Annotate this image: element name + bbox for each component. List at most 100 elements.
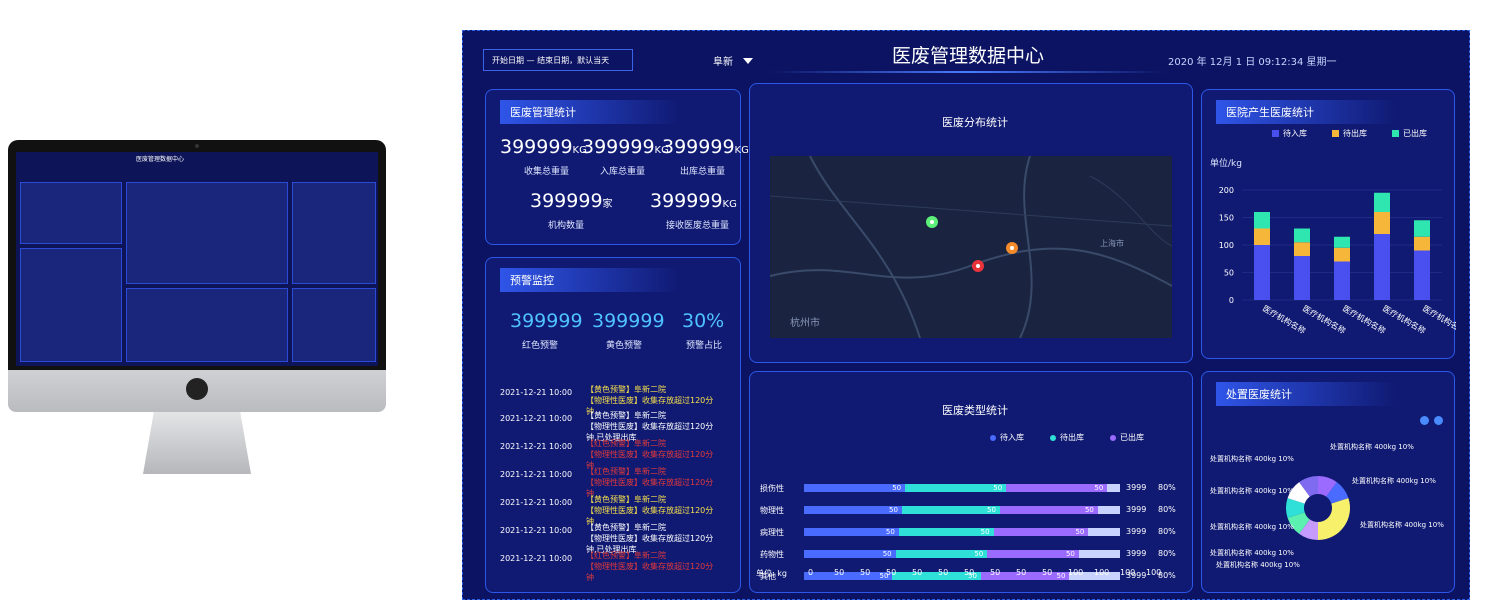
type-chart-panel: 医废类型统计 待入库 待出库 已出库 损伤性 50 50 50 3999 80% 物理性 50…: [749, 371, 1193, 593]
bar-segment[interactable]: [1294, 228, 1310, 243]
bar-segment[interactable]: [1254, 228, 1270, 246]
bar-segment[interactable]: 50: [804, 550, 896, 558]
warning-label: 红色预警: [522, 341, 559, 351]
warning-yellow-count: 399999: [592, 310, 665, 332]
x-tick-label: 医疗机构名称: [1301, 303, 1348, 336]
panel-title: 医废管理统计: [500, 100, 680, 124]
x-tick-label: 医疗机构名称: [1261, 303, 1308, 336]
y-tick-label: 200: [1219, 186, 1234, 195]
warning-label: 预警占比: [686, 341, 723, 351]
map-road: [770, 247, 1172, 287]
stat-number: 399999: [662, 136, 735, 158]
stat-value: 399999KG: [650, 190, 737, 212]
map-pin-red-icon[interactable]: [972, 260, 984, 272]
bar-segment[interactable]: 50: [901, 506, 1000, 514]
x-tick-label: 100: [1094, 568, 1110, 577]
mini-warning-panel: [20, 248, 122, 362]
legend-dot: [1050, 434, 1056, 441]
bar-segment[interactable]: 50: [804, 484, 906, 492]
bar-segment[interactable]: [1414, 236, 1430, 251]
bar-segment[interactable]: 50: [987, 550, 1079, 558]
chevron-down-icon[interactable]: [743, 58, 753, 64]
legend-dot: [990, 434, 996, 441]
current-datetime: 2020 年 12月 1 日 09:12:34 星期一: [1168, 57, 1337, 68]
bar-segment[interactable]: 50: [804, 506, 902, 514]
bar-segment[interactable]: [1334, 261, 1350, 301]
bar-segment[interactable]: [1254, 212, 1270, 229]
panel-title: 医院产生医废统计: [1216, 100, 1396, 124]
stat-number: 399999: [530, 190, 603, 212]
bar-segment[interactable]: 50: [1006, 484, 1108, 492]
bar-segment[interactable]: [1334, 236, 1350, 248]
bar-segment[interactable]: [1374, 212, 1390, 234]
panel-title: 医废分布统计: [942, 116, 1008, 129]
legend-item: 已出库: [1392, 128, 1427, 139]
legend-item: 待入库: [990, 432, 1024, 443]
bar-segment[interactable]: [1374, 234, 1390, 300]
bar-segment[interactable]: 50: [804, 528, 899, 536]
bar-category-label: 药物性: [760, 550, 784, 559]
x-tick-label: 100: [1146, 568, 1162, 577]
region-select[interactable]: 阜新: [713, 53, 733, 68]
pie-slice[interactable]: [1318, 498, 1350, 540]
apple-logo-icon: [186, 378, 208, 400]
title-underline: [768, 71, 1168, 73]
warning-time: 2021-12-21 10:00: [500, 470, 573, 479]
warning-message-line: 【黄色预警】阜新二院: [586, 495, 666, 504]
map-pin-green-icon[interactable]: [926, 216, 938, 228]
hospital-bar-chart: 050100150200医疗机构名称医疗机构名称医疗机构名称医疗机构名称医疗机构…: [1219, 186, 1456, 336]
bar-segment[interactable]: 50: [895, 550, 988, 558]
warning-message-line: 【红色预警】阜新二院: [586, 467, 666, 476]
x-tick-label: 100: [1120, 568, 1136, 577]
x-tick-label: 50: [1016, 568, 1027, 577]
stat-unit: KG: [734, 145, 749, 156]
stats-panel: 医废管理统计 399999KG 399999KG 399999KG 收集总重量 …: [485, 89, 749, 245]
x-tick-label: 50: [990, 568, 1001, 577]
warning-message[interactable]: 【红色预警】阜新二院 【物理性医废】收集存放超过120分钟: [586, 550, 721, 583]
bar-segment[interactable]: [1414, 220, 1430, 237]
hospital-chart-panel: 医院产生医废统计 待入库 待出库 已出库 单位/kg 0 50 100 150 200 医…: [1201, 89, 1456, 359]
imac-screen: 医废管理数据中心: [16, 152, 378, 366]
bar-segment[interactable]: 50: [993, 528, 1089, 536]
bar-segment[interactable]: 50: [898, 528, 994, 536]
warning-message-line: 【黄色预警】阜新二院: [586, 523, 666, 532]
chart-unit: 单位: kg: [756, 569, 787, 578]
pie-label: 处置机构名称 400kg 10%: [1210, 549, 1294, 557]
y-tick-label: 100: [1219, 241, 1234, 250]
bar-segment[interactable]: 50: [804, 572, 893, 580]
bar-total: 3999: [1126, 549, 1147, 558]
bar-segment[interactable]: [1294, 256, 1310, 300]
map-area[interactable]: 杭州市 上海市: [770, 156, 1172, 338]
bar-total: 3999: [1126, 505, 1147, 514]
stat-label: 入库总重量: [600, 167, 646, 177]
date-range-picker[interactable]: 开始日期 — 结束日期，默认当天: [483, 49, 633, 71]
bar-segment[interactable]: [1414, 250, 1430, 301]
bar-segment[interactable]: [1334, 247, 1350, 262]
page-title: 医废管理数据中心: [891, 45, 1044, 67]
bar-segment[interactable]: [1254, 245, 1270, 300]
mini-map-panel: [126, 182, 288, 284]
imac-stand: [143, 412, 251, 474]
warning-time: 2021-12-21 10:00: [500, 442, 573, 451]
legend-label: 已出库: [1403, 129, 1427, 138]
bar-segment[interactable]: 50: [905, 484, 1007, 492]
legend-label: 待出库: [1060, 433, 1084, 442]
legend-item: 已出库: [1110, 432, 1144, 443]
map-road: [809, 156, 921, 338]
x-tick-label: 50: [964, 568, 975, 577]
x-tick-label: 50: [1042, 568, 1053, 577]
bar-segment[interactable]: 50: [999, 506, 1098, 514]
bar-segment[interactable]: [1294, 242, 1310, 256]
stat-number: 399999: [500, 136, 573, 158]
stat-label: 出库总重量: [680, 167, 726, 177]
legend-label: 待入库: [1283, 129, 1307, 138]
warning-message-line: 【物理性医废】收集存放超过120分钟: [586, 562, 714, 582]
pie-label: 处置机构名称 400kg 10%: [1360, 521, 1444, 529]
bar-segment[interactable]: [1374, 192, 1390, 212]
map-pin-orange-icon[interactable]: [1006, 242, 1018, 254]
x-tick-label: 100: [1068, 568, 1084, 577]
x-tick-label: 50: [860, 568, 871, 577]
bar-percent: 80%: [1158, 549, 1176, 558]
bar-percent: 80%: [1158, 483, 1176, 492]
map-city-label: 杭州市: [790, 318, 820, 329]
